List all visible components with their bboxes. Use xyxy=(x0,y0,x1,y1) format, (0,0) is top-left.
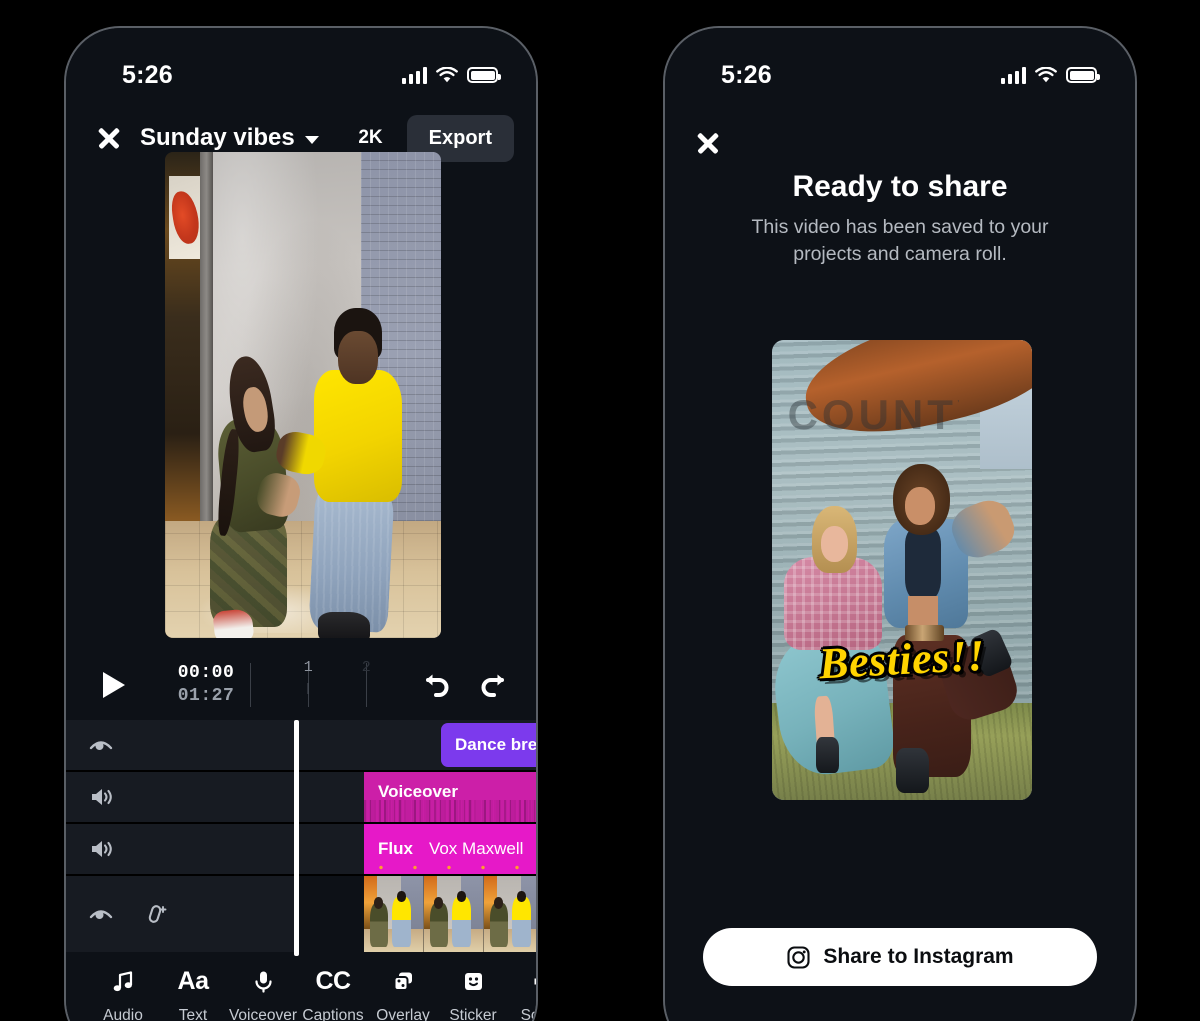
editor-bottom-toolbar: Audio Aa Text Voiceover CC Captions Over… xyxy=(66,954,536,1021)
preview-frame-content xyxy=(165,152,441,638)
timeline-clip-text[interactable]: Dance break xyxy=(441,723,536,767)
tool-label: Voiceover xyxy=(228,1007,298,1021)
track-header-text xyxy=(66,720,296,770)
battery-full-icon xyxy=(467,67,501,83)
tool-audio[interactable]: Audio xyxy=(88,968,158,1021)
track-body-voiceover: Voiceover xyxy=(296,772,536,822)
overlay-layers-icon xyxy=(391,968,416,995)
share-button-label: Share to Instagram xyxy=(823,945,1014,968)
close-icon[interactable] xyxy=(92,121,126,155)
tool-overlay[interactable]: Overlay xyxy=(368,968,438,1021)
timeline-track-voiceover[interactable]: Voiceover xyxy=(66,772,536,824)
tool-sticker[interactable]: Sticker xyxy=(438,968,508,1021)
timeline-track-video[interactable] xyxy=(66,876,536,952)
tool-label: Captions xyxy=(302,1007,364,1021)
ruler-label-1: 1 xyxy=(303,659,313,676)
timeline-track-text[interactable]: Dance break s xyxy=(66,720,536,772)
tool-label: Sticker xyxy=(449,1007,497,1021)
redo-arrow-icon[interactable] xyxy=(478,668,512,702)
battery-full-icon xyxy=(1066,67,1100,83)
share-title: Ready to share xyxy=(792,170,1008,203)
clip-label: Voiceover xyxy=(378,782,459,801)
timeline-clip-voiceover[interactable]: Voiceover xyxy=(364,772,536,822)
track-header-voiceover xyxy=(66,772,296,822)
chevron-down-icon xyxy=(304,135,319,144)
wifi-icon xyxy=(436,66,458,82)
music-title: Flux xyxy=(378,839,413,858)
speaker-icon[interactable] xyxy=(88,836,114,862)
video-preview[interactable] xyxy=(165,152,441,638)
timeline-clip-video-filmstrip[interactable] xyxy=(364,876,536,952)
tool-label: Audio xyxy=(103,1007,143,1021)
status-time: 5:26 xyxy=(721,60,772,89)
phone-right-share: 5:26 Ready to share This video has been … xyxy=(663,26,1137,1021)
cellular-bars-icon xyxy=(401,66,427,84)
timeline[interactable]: Dance break s xyxy=(66,720,536,956)
closed-captions-icon: CC xyxy=(315,967,351,995)
resolution-badge[interactable]: 2K xyxy=(348,121,392,155)
tool-label: Overlay xyxy=(376,1007,430,1021)
transport-bar: 00:00 01:27 1 2 xyxy=(66,650,536,720)
sound-volume-icon xyxy=(531,968,536,995)
tool-label: Text xyxy=(178,1007,208,1021)
duration-time: 01:27 xyxy=(177,686,235,706)
status-bar-left: 5:26 xyxy=(66,28,536,104)
tool-captions[interactable]: CC Captions xyxy=(298,968,368,1021)
tool-text[interactable]: Aa Text xyxy=(158,968,228,1021)
timeline-ruler[interactable]: 1 2 xyxy=(250,659,371,711)
waveform xyxy=(364,800,536,822)
status-icon-group xyxy=(1000,66,1100,84)
sticker-smiley-icon xyxy=(461,968,486,995)
eye-icon[interactable] xyxy=(88,732,114,758)
track-body-video xyxy=(296,876,536,952)
tool-label: Sound xyxy=(520,1007,536,1021)
text-aa-icon: Aa xyxy=(177,967,209,995)
beat-markers xyxy=(364,865,536,870)
magic-wand-icon[interactable] xyxy=(144,901,170,927)
ruler-label-2: 2 xyxy=(361,659,371,676)
status-bar-right: 5:26 xyxy=(665,28,1135,104)
timecode-display: 00:00 01:27 xyxy=(178,662,235,708)
track-body-music: Flux Vox Maxwell 126bpm xyxy=(296,824,536,874)
phone-left-editor: 5:26 Sunday vibes 2K Export 00:00 01:27 … xyxy=(64,26,538,1021)
transport-center: 00:00 01:27 1 2 xyxy=(130,659,418,711)
status-time: 5:26 xyxy=(122,60,173,89)
eye-icon[interactable] xyxy=(88,901,114,927)
close-icon[interactable] xyxy=(691,126,725,160)
music-artist: Vox Maxwell xyxy=(428,839,524,858)
exported-video-preview[interactable]: COUNTY Besties!! xyxy=(772,340,1032,800)
track-header-music xyxy=(66,824,296,874)
tool-voiceover[interactable]: Voiceover xyxy=(228,968,298,1021)
share-subtitle: This video has been saved to your projec… xyxy=(751,216,1049,265)
exported-frame-content: COUNTY Besties!! xyxy=(772,340,1032,800)
speaker-icon[interactable] xyxy=(88,784,114,810)
track-body-text: Dance break s xyxy=(296,720,536,770)
project-title-label: Sunday vibes xyxy=(140,124,295,151)
share-screen: 5:26 Ready to share This video has been … xyxy=(665,28,1135,1021)
project-title-dropdown[interactable]: Sunday vibes xyxy=(140,124,319,152)
status-icon-group xyxy=(401,66,501,84)
timeline-track-music[interactable]: Flux Vox Maxwell 126bpm xyxy=(66,824,536,876)
tool-sound[interactable]: Sound xyxy=(508,968,536,1021)
undo-redo-group xyxy=(418,668,512,702)
music-note-icon xyxy=(111,968,136,995)
track-header-video xyxy=(66,876,296,952)
screenshot-stage: 5:26 Sunday vibes 2K Export 00:00 01:27 … xyxy=(0,0,1200,1021)
editor-screen: 5:26 Sunday vibes 2K Export 00:00 01:27 … xyxy=(66,28,536,1021)
clip-label: Dance break xyxy=(455,735,536,754)
play-icon[interactable] xyxy=(92,666,130,704)
share-to-instagram-button[interactable]: Share to Instagram xyxy=(703,928,1097,986)
microphone-icon xyxy=(251,968,276,995)
cellular-bars-icon xyxy=(1000,66,1026,84)
current-time: 00:00 xyxy=(177,662,235,683)
wifi-icon xyxy=(1035,66,1057,82)
undo-arrow-icon[interactable] xyxy=(418,668,452,702)
timeline-clip-music[interactable]: Flux Vox Maxwell 126bpm xyxy=(364,824,536,874)
instagram-icon xyxy=(787,945,810,969)
timeline-playhead[interactable] xyxy=(294,720,299,956)
